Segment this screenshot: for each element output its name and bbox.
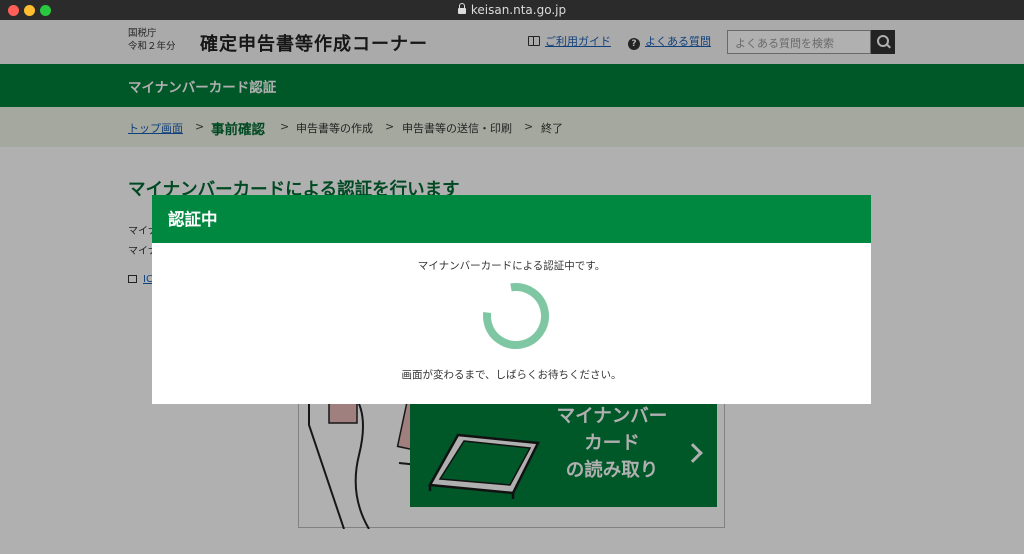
dialog-title: 認証中 xyxy=(168,210,218,229)
lock-icon xyxy=(457,3,466,14)
loading-spinner-icon xyxy=(483,283,549,349)
authenticating-dialog: 認証中 マイナンバーカードによる認証中です。 画面が変わるまで、しばらくお待ちく… xyxy=(152,195,871,404)
web-page: 国税庁 令和２年分 確定申告書等作成コーナー ご利用ガイド ? よくある質問 よく… xyxy=(0,20,1024,554)
dialog-header: 認証中 xyxy=(152,195,871,243)
url-text: keisan.nta.go.jp xyxy=(470,3,567,17)
address-bar[interactable]: keisan.nta.go.jp xyxy=(0,3,1024,17)
dialog-message: マイナンバーカードによる認証中です。 xyxy=(417,260,606,272)
dialog-wait-message: 画面が変わるまで、しばらくお待ちください。 xyxy=(401,369,622,381)
window-titlebar: keisan.nta.go.jp xyxy=(0,0,1024,20)
